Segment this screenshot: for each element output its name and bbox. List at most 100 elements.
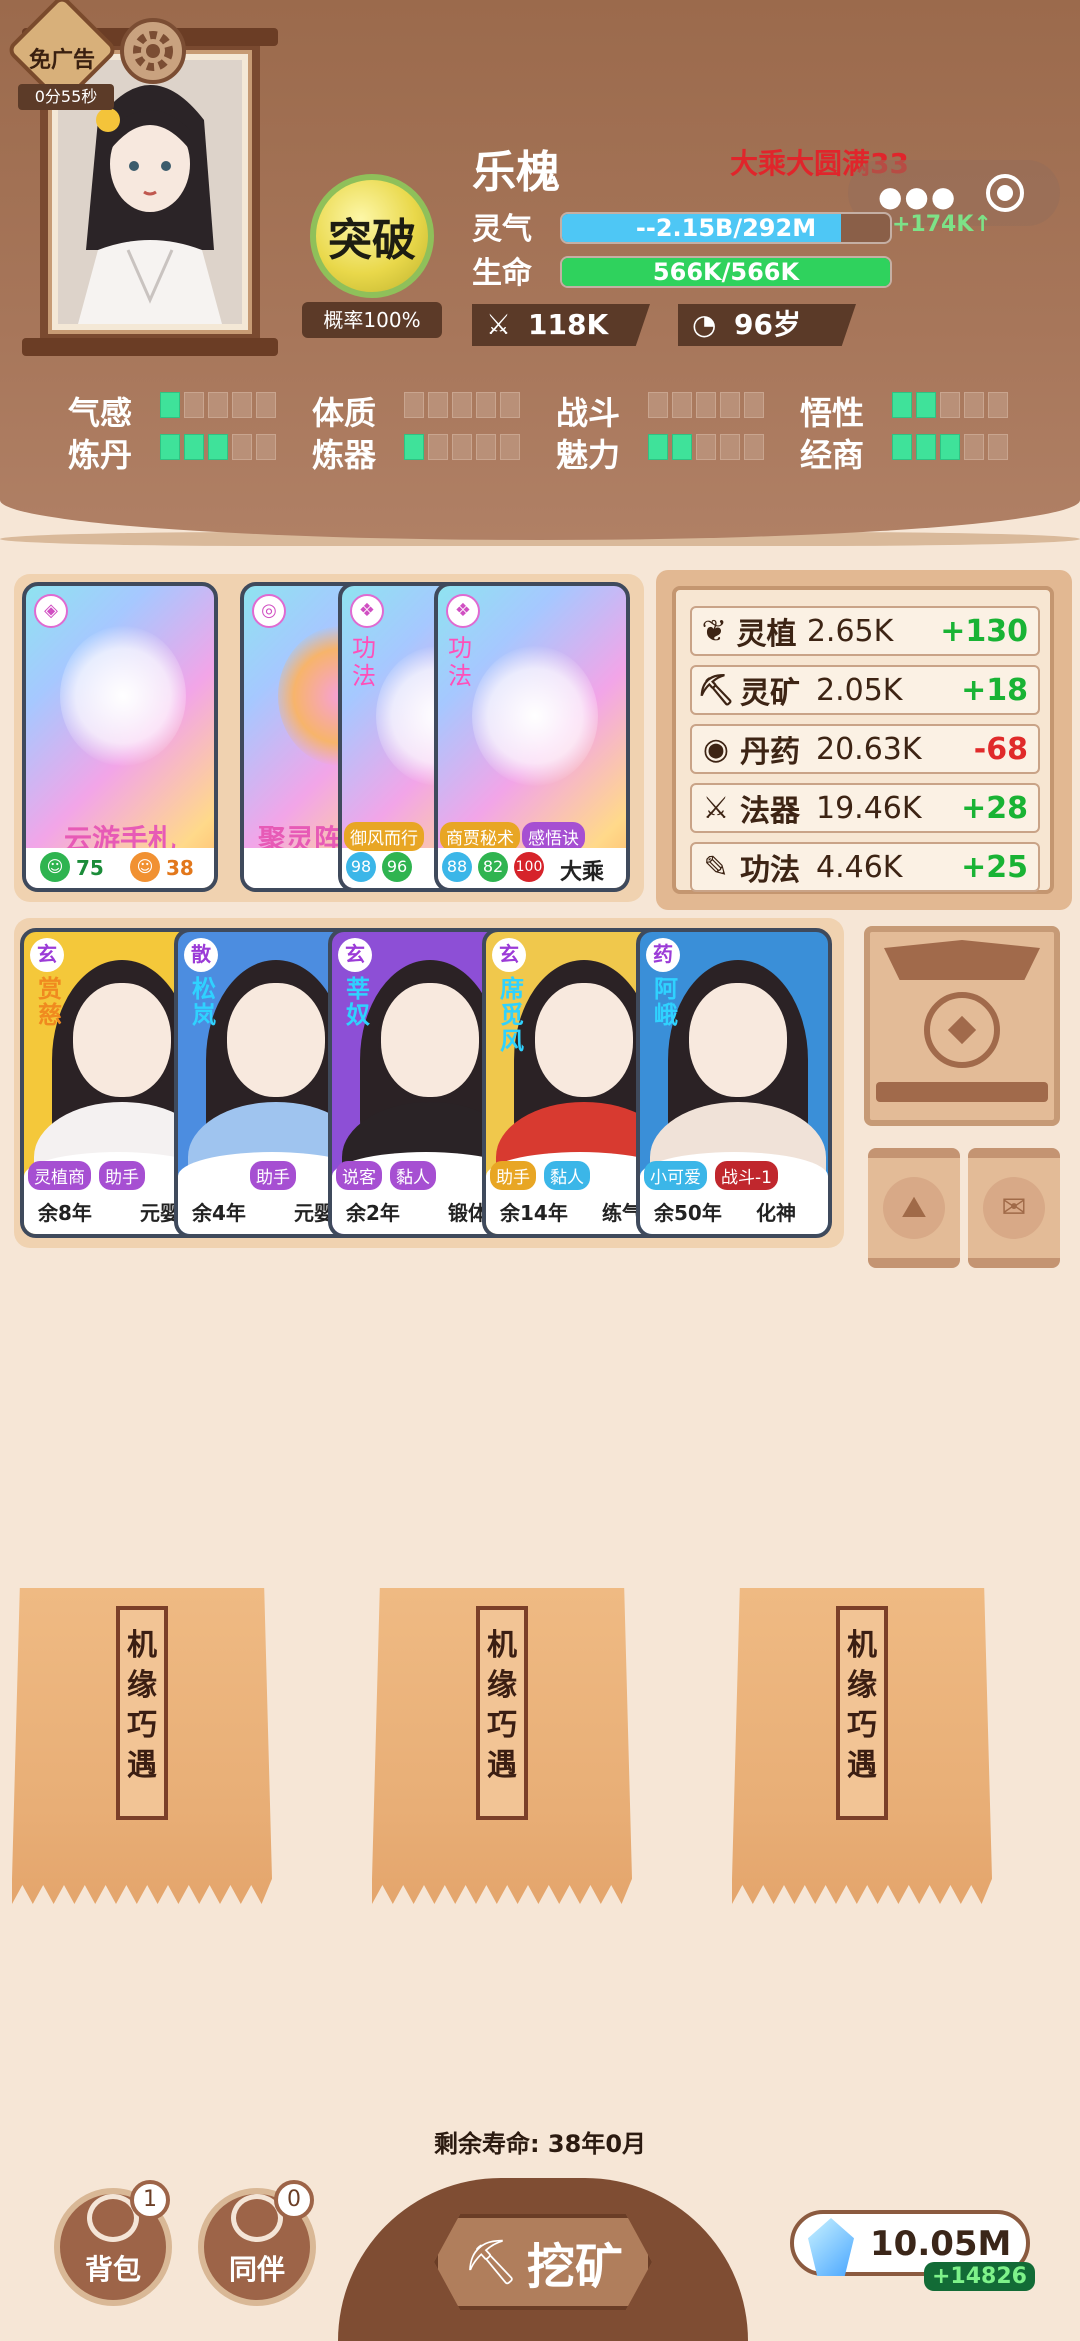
companion-name: 赏慈 <box>38 975 62 1029</box>
resources-list: ❦ 灵植 2.65K +130 ⛏ 灵矿 2.05K +18 ◉ 丹药 20.6… <box>672 586 1054 894</box>
more-dots-icon[interactable]: ●●● <box>878 180 957 213</box>
mine-button[interactable]: ⛏ 挖矿 <box>338 2178 748 2341</box>
slip-char: 巧 <box>847 1708 877 1743</box>
resource-label: 灵矿 <box>740 676 800 711</box>
resource-delta: +130 <box>940 613 1028 649</box>
mountain-scroll-button[interactable]: ⛰ <box>868 1148 960 1268</box>
breakthrough-button[interactable]: 突破 概率100% <box>302 174 442 344</box>
level-pip <box>404 434 424 460</box>
crystal-gain: +14826 <box>924 2262 1035 2291</box>
companion-face <box>378 980 482 1100</box>
level-pip <box>232 392 252 418</box>
life-value: 566K/566K <box>652 258 800 286</box>
card-meta: ☺ 75 ☺ 38 <box>26 848 214 888</box>
companion-lifespan: 余8年 <box>38 1201 92 1225</box>
close-target-icon[interactable] <box>986 174 1024 212</box>
fortune-slip: 机 缘 巧 遇 <box>836 1606 888 1820</box>
qi-label: 灵气 <box>472 212 532 247</box>
card-type: 功法 <box>448 634 472 690</box>
level-pip <box>256 434 276 460</box>
companion-card[interactable]: 药阿峨 小可爱 战斗-1 余50年 化神 <box>636 928 832 1238</box>
level-pip <box>428 434 448 460</box>
breakthrough-label: 突破 <box>310 174 434 298</box>
resource-delta: +28 <box>961 790 1028 826</box>
level-pip <box>160 434 180 460</box>
fortune-bag[interactable]: 机 缘 巧 遇 <box>732 1588 992 1904</box>
technique-card[interactable]: ❖ 功法 商贾秘术 感悟诀 88 82 100 大乘 <box>434 582 630 892</box>
no-ads-button[interactable]: 免广告 0分55秒 <box>5 0 119 110</box>
level-pip <box>988 434 1008 460</box>
level-pip <box>208 434 228 460</box>
level-pip <box>940 434 960 460</box>
companion-lifespan: 余50年 <box>654 1201 722 1225</box>
companion-face <box>532 980 636 1100</box>
card-stat-2: 38 <box>166 856 194 880</box>
resource-label: 丹药 <box>740 735 800 770</box>
level-pip <box>500 392 520 418</box>
resource-delta: -68 <box>973 731 1028 767</box>
mountain-cloud-icon <box>60 626 186 766</box>
resource-delta: +25 <box>961 849 1028 885</box>
crystal-value: 10.05M <box>870 2224 1012 2264</box>
attribute-label: 体质 <box>312 394 377 432</box>
level-pip <box>940 392 960 418</box>
resource-row-artifacts[interactable]: ⚔ 法器 19.46K +28 <box>690 783 1040 833</box>
slip-char: 遇 <box>847 1748 877 1783</box>
level-pip <box>500 434 520 460</box>
attribute-label: 悟性 <box>800 394 865 432</box>
companion-tags: 小可爱 战斗-1 <box>644 1161 778 1190</box>
card-realm: 大乘 <box>560 860 605 885</box>
attribute-level-pips <box>404 392 520 418</box>
mountain-icon: ⛰ <box>883 1177 945 1239</box>
attribute-label: 气感 <box>68 394 133 432</box>
companions-panel: 玄赏慈 灵植商 助手 余8年 元婴散松岚 助手 余4年 元婴玄莘奴 说客 黏人 余2年 锻体玄席觅风助… <box>14 918 844 1248</box>
fortune-bag[interactable]: 机 缘 巧 遇 <box>372 1588 632 1904</box>
companion-face <box>686 980 790 1100</box>
attribute-level-pips <box>160 392 276 418</box>
level-pip <box>452 434 472 460</box>
sect-badge: 玄 <box>492 938 526 972</box>
shrine-button[interactable] <box>864 926 1060 1126</box>
companion-tag: 灵植商 <box>28 1161 91 1190</box>
fortune-bag[interactable]: 机 缘 巧 遇 <box>12 1588 272 1904</box>
resource-value: 2.65K <box>806 613 894 649</box>
backpack-label: 背包 <box>84 2253 141 2286</box>
sect-badge: 玄 <box>338 938 372 972</box>
sprout-icon: ❦ <box>701 613 727 649</box>
companion-button[interactable]: 同伴 0 <box>198 2180 316 2306</box>
backpack-count-badge: 1 <box>130 2180 170 2220</box>
companion-name: 阿峨 <box>654 975 678 1029</box>
attribute-label: 经商 <box>800 436 865 474</box>
level-pip <box>208 392 228 418</box>
resource-row-techniques[interactable]: ✎ 功法 4.46K +25 <box>690 842 1040 892</box>
resource-row-pills[interactable]: ◉ 丹药 20.63K -68 <box>690 724 1040 774</box>
resource-row-ore[interactable]: ⛏ 灵矿 2.05K +18 <box>690 665 1040 715</box>
character-name: 乐槐 <box>472 147 560 198</box>
card-num-2: 96 <box>382 852 412 882</box>
mine-label: 挖矿 <box>526 2239 623 2295</box>
companion-tags: 助手 黏人 <box>490 1161 590 1190</box>
level-pip <box>428 392 448 418</box>
coin-icon <box>924 992 1000 1068</box>
life-bar: 566K/566K <box>560 256 892 288</box>
level-pip <box>720 434 740 460</box>
level-pip <box>184 392 204 418</box>
slip-char: 缘 <box>127 1668 157 1703</box>
level-pip <box>648 392 668 418</box>
card-num-2: 82 <box>478 852 508 882</box>
mine-plaque: ⛏ 挖矿 <box>434 2214 652 2310</box>
resource-row-herbs[interactable]: ❦ 灵植 2.65K +130 <box>690 606 1040 656</box>
level-pip <box>256 392 276 418</box>
resource-value: 4.46K <box>816 849 903 885</box>
settings-button[interactable] <box>120 18 186 84</box>
slip-char: 遇 <box>487 1748 517 1783</box>
level-pip <box>184 434 204 460</box>
person-icon: ☺ <box>130 852 160 882</box>
pickaxe-icon: ⛏ <box>696 672 736 708</box>
map-scroll-button[interactable]: ✉ <box>968 1148 1060 1268</box>
gear-icon <box>133 31 173 71</box>
technique-card[interactable]: ◈ 云游手札 ☺ 75 ☺ 38 <box>22 582 218 892</box>
level-pip <box>672 434 692 460</box>
level-pip <box>744 434 764 460</box>
backpack-button[interactable]: 背包 1 <box>54 2180 172 2306</box>
